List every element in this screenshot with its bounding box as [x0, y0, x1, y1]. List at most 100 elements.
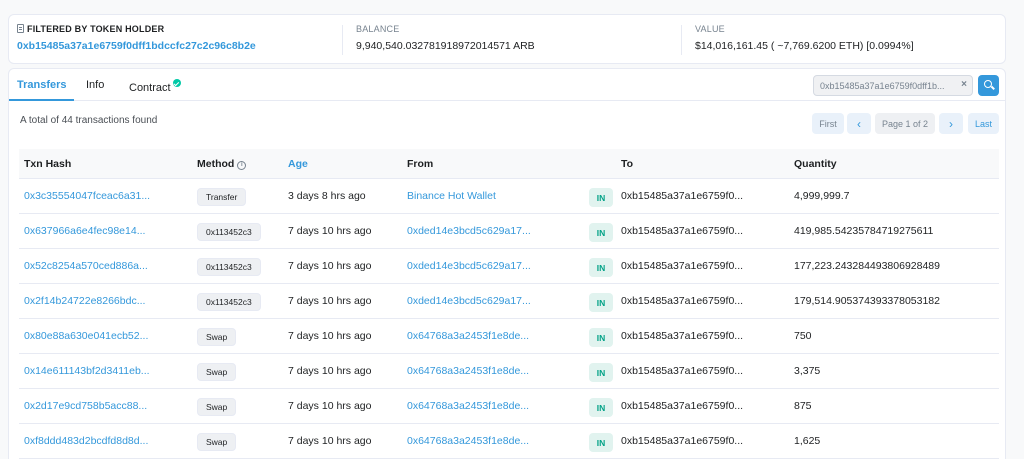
tab-contract-label: Contract — [129, 82, 171, 94]
direction-badge: IN — [589, 433, 613, 452]
tab-transfers[interactable]: Transfers — [17, 79, 67, 91]
to-address: 0xb15485a37a1e6759f0... — [621, 365, 744, 377]
txn-hash-link[interactable]: 0xf8ddd483d2bcdfd8d8d... — [24, 435, 148, 447]
direction-badge: IN — [589, 398, 613, 417]
txn-hash-link[interactable]: 0x80e88a630e041ecb52... — [24, 330, 148, 342]
method-badge: 0x113452c3 — [197, 258, 261, 276]
divider — [681, 25, 682, 55]
quantity-value: 4,999,999.7 — [794, 190, 850, 202]
age-text: 7 days 10 hrs ago — [288, 400, 372, 412]
to-address: 0xb15485a37a1e6759f0... — [621, 295, 744, 307]
age-text: 7 days 10 hrs ago — [288, 225, 372, 237]
filter-column: FILTERED BY TOKEN HOLDER 0xb15485a37a1e6… — [17, 24, 256, 52]
table-row: 0x52c8254a570ced886a... 0x113452c3 7 day… — [19, 249, 999, 284]
from-address-link[interactable]: 0xded14e3bcd5c629a17... — [407, 225, 531, 237]
age-text: 3 days 8 hrs ago — [288, 190, 366, 202]
direction-badge: IN — [589, 293, 613, 312]
from-address-link[interactable]: 0xded14e3bcd5c629a17... — [407, 295, 531, 307]
direction-badge: IN — [589, 258, 613, 277]
info-icon[interactable]: i — [237, 161, 247, 170]
pager-next-button[interactable]: › — [939, 113, 963, 134]
from-address-link[interactable]: 0x64768a3a2453f1e8de... — [407, 365, 529, 377]
pager-prev-button[interactable]: ‹ — [847, 113, 871, 134]
table-row: 0x14e611143bf2d3411eb... Swap 7 days 10 … — [19, 354, 999, 389]
table-row: 0xf8ddd483d2bcdfd8d8d... Swap 7 days 10 … — [19, 424, 999, 459]
to-address: 0xb15485a37a1e6759f0... — [621, 190, 744, 202]
from-address-link[interactable]: 0x64768a3a2453f1e8de... — [407, 435, 529, 447]
txn-hash-link[interactable]: 0x52c8254a570ced886a... — [24, 260, 148, 272]
direction-badge: IN — [589, 328, 613, 347]
balance-label: BALANCE — [356, 24, 400, 34]
holder-address-link[interactable]: 0xb15485a37a1e6759f0dff1bdccfc27c2c96c8b… — [17, 40, 256, 52]
tab-contract[interactable]: Contract — [129, 79, 181, 94]
active-tab-indicator — [9, 99, 74, 101]
search-input[interactable] — [814, 76, 954, 95]
header-txn-hash: Txn Hash — [24, 158, 72, 170]
header-method: Method i — [197, 158, 247, 170]
value-label: VALUE — [695, 24, 725, 34]
tab-info[interactable]: Info — [86, 79, 104, 91]
age-text: 7 days 10 hrs ago — [288, 295, 372, 307]
from-address-link[interactable]: Binance Hot Wallet — [407, 190, 496, 202]
method-badge: Swap — [197, 398, 237, 416]
value-value: $14,016,161.45 ( ~7,769.6200 ETH) [0.099… — [695, 40, 914, 52]
age-text: 7 days 10 hrs ago — [288, 260, 372, 272]
search-button[interactable] — [978, 75, 999, 96]
direction-badge: IN — [589, 188, 613, 207]
table-row: 0x637966a6e4fec98e14... 0x113452c3 7 day… — [19, 214, 999, 249]
to-address: 0xb15485a37a1e6759f0... — [621, 330, 744, 342]
txn-hash-link[interactable]: 0x637966a6e4fec98e14... — [24, 225, 145, 237]
quantity-value: 419,985.54235784719275611 — [794, 225, 934, 237]
header-from: From — [407, 158, 434, 170]
pager-last-button[interactable]: Last — [968, 113, 999, 134]
direction-badge: IN — [589, 223, 613, 242]
txn-hash-link[interactable]: 0x2f14b24722e8266bdc... — [24, 295, 145, 307]
tab-bar: Transfers Info Contract × — [9, 69, 1005, 101]
header-to: To — [621, 158, 634, 170]
quantity-value: 3,375 — [794, 365, 821, 377]
value-column: VALUE $14,016,161.45 ( ~7,769.6200 ETH) … — [695, 24, 914, 52]
table-header: Txn Hash Method i Age From To Quantity — [19, 149, 999, 179]
quantity-value: 177,223.243284493806928489 — [794, 260, 940, 272]
from-address-link[interactable]: 0x64768a3a2453f1e8de... — [407, 330, 529, 342]
filter-label: FILTERED BY TOKEN HOLDER — [27, 24, 165, 34]
search-icon — [984, 80, 992, 88]
method-badge: Swap — [197, 433, 237, 451]
from-address-link[interactable]: 0xded14e3bcd5c629a17... — [407, 260, 531, 272]
to-address: 0xb15485a37a1e6759f0... — [621, 400, 744, 412]
pager-first-button[interactable]: First — [812, 113, 844, 134]
method-badge: 0x113452c3 — [197, 223, 261, 241]
header-age[interactable]: Age — [288, 158, 308, 170]
balance-column: BALANCE 9,940,540.032781918972014571 ARB — [356, 24, 535, 52]
verified-check-icon — [172, 79, 181, 87]
txn-hash-link[interactable]: 0x2d17e9cd758b5acc88... — [24, 400, 147, 412]
transfers-table: Txn Hash Method i Age From To Quantity 0x… — [19, 149, 999, 459]
txn-hash-link[interactable]: 0x14e611143bf2d3411eb... — [24, 365, 150, 377]
balance-value: 9,940,540.032781918972014571 ARB — [356, 40, 535, 52]
from-address-link[interactable]: 0x64768a3a2453f1e8de... — [407, 400, 529, 412]
transaction-count: A total of 44 transactions found — [20, 115, 158, 126]
divider — [342, 25, 343, 55]
table-body: 0x3c35554047fceac6a31... Transfer 3 days… — [19, 179, 999, 459]
direction-badge: IN — [589, 363, 613, 382]
to-address: 0xb15485a37a1e6759f0... — [621, 225, 744, 237]
quantity-value: 750 — [794, 330, 812, 342]
transfers-card: Transfers Info Contract × A total of 44 … — [8, 68, 1006, 459]
quantity-value: 179,514.905374393378053182 — [794, 295, 940, 307]
txn-hash-link[interactable]: 0x3c35554047fceac6a31... — [24, 190, 150, 202]
header-quantity: Quantity — [794, 158, 837, 170]
table-row: 0x3c35554047fceac6a31... Transfer 3 days… — [19, 179, 999, 214]
age-text: 7 days 10 hrs ago — [288, 330, 372, 342]
to-address: 0xb15485a37a1e6759f0... — [621, 435, 744, 447]
document-icon — [17, 24, 24, 33]
table-row: 0x2d17e9cd758b5acc88... Swap 7 days 10 h… — [19, 389, 999, 424]
method-badge: Swap — [197, 363, 237, 381]
method-badge: Swap — [197, 328, 237, 346]
method-badge: Transfer — [197, 188, 247, 206]
filter-label-row: FILTERED BY TOKEN HOLDER — [17, 24, 256, 34]
search-box: × — [813, 75, 973, 96]
table-row: 0x80e88a630e041ecb52... Swap 7 days 10 h… — [19, 319, 999, 354]
age-text: 7 days 10 hrs ago — [288, 435, 372, 447]
token-holder-filter-card: FILTERED BY TOKEN HOLDER 0xb15485a37a1e6… — [8, 14, 1006, 64]
clear-icon[interactable]: × — [961, 79, 967, 90]
